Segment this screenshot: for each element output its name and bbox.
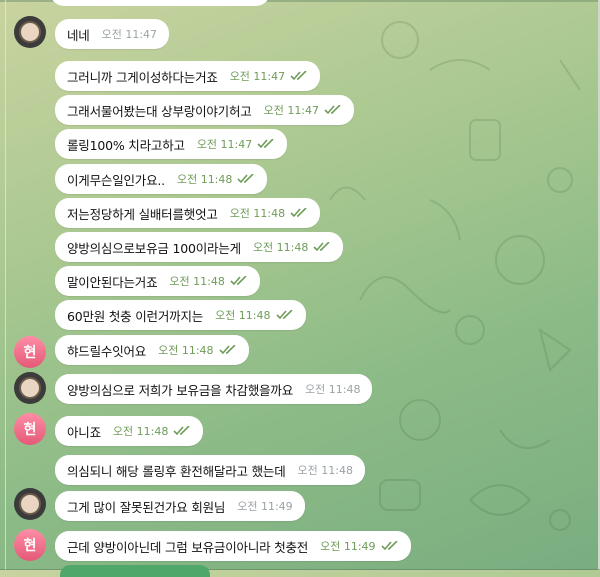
message-time: 오전 11:48 bbox=[305, 383, 361, 396]
message-bubble[interactable]: 햐드릴수잇어요 오전 11:48 bbox=[55, 335, 249, 365]
message-bubble[interactable]: 그게 많이 잘못된건가요 회원님 오전 11:49 bbox=[55, 491, 305, 521]
message-time: 오전 11:47 bbox=[196, 138, 253, 151]
double-check-icon bbox=[218, 345, 237, 355]
message-time: 오전 11:48 bbox=[169, 275, 225, 288]
message-bubble[interactable]: 아니죠 오전 11:48 bbox=[55, 416, 204, 446]
message-bubble[interactable]: 그러니까 그게이성하다는거죠 오전 11:47 bbox=[55, 61, 321, 91]
partial-message-bubble bbox=[60, 565, 210, 577]
message-time: 오전 11:47 bbox=[263, 104, 320, 117]
double-check-icon bbox=[290, 71, 308, 81]
avatar-face bbox=[19, 21, 41, 43]
message-text: 저는정당하게 실배터를햇엇고 bbox=[67, 206, 218, 222]
message-bubble[interactable]: 그래서물어봤는대 상부랑이야기허고 오전 11:47 bbox=[55, 95, 355, 125]
double-check-icon bbox=[275, 310, 294, 320]
double-check-icon bbox=[257, 139, 275, 149]
message-bubble[interactable]: 양방의심으로보유금 100이라는게 오전 11:48 bbox=[55, 232, 344, 262]
message-text: 그러니까 그게이성하다는거죠 bbox=[67, 69, 218, 85]
message-time: 오전 11:48 bbox=[158, 344, 214, 357]
message-text: 근데 양방이아닌데 그럼 보유금이아니라 첫충전 bbox=[67, 539, 309, 555]
message-time: 오전 11:49 bbox=[320, 540, 376, 553]
message-text: 롤링100% 치라고하고 bbox=[67, 137, 185, 153]
message-text: 양방의심으로 저희가 보유금을 차감했을까요 bbox=[67, 382, 294, 398]
message-time: 오전 11:48 bbox=[215, 309, 271, 322]
message-time: 오전 11:48 bbox=[297, 464, 353, 477]
message-text: 햐드릴수잇어요 bbox=[67, 343, 147, 359]
contact-avatar[interactable] bbox=[14, 488, 46, 520]
avatar-face bbox=[19, 377, 41, 399]
avatar-face bbox=[19, 493, 41, 515]
message-bubble[interactable]: 이게무슨일인가요.. 오전 11:48 bbox=[55, 164, 268, 194]
double-check-icon bbox=[313, 242, 331, 252]
user-avatar[interactable]: 현 bbox=[14, 529, 46, 561]
message-text: 60만원 첫충 이런거까지는 bbox=[67, 308, 204, 324]
message-text: 그래서물어봤는대 상부랑이야기허고 bbox=[67, 103, 252, 119]
window-left-border bbox=[5, 0, 6, 570]
message-bubble[interactable]: 저는정당하게 실배터를햇엇고 오전 11:48 bbox=[55, 198, 321, 228]
double-check-icon bbox=[380, 541, 399, 551]
message-time: 오전 11:47 bbox=[229, 70, 286, 83]
double-check-icon bbox=[290, 208, 308, 218]
double-check-icon bbox=[173, 426, 191, 436]
partial-message-bubble bbox=[50, 0, 270, 6]
user-avatar[interactable]: 현 bbox=[14, 413, 46, 445]
message-text: 그게 많이 잘못된건가요 회원님 bbox=[67, 499, 226, 515]
message-bubble[interactable]: 양방의심으로 저희가 보유금을 차감했을까요 오전 11:48 bbox=[55, 374, 373, 404]
message-bubble[interactable]: 말이안된다는거죠 오전 11:48 bbox=[55, 266, 260, 296]
message-time: 오전 11:48 bbox=[112, 425, 169, 438]
message-bubble[interactable]: 60만원 첫충 이런거까지는 오전 11:48 bbox=[55, 300, 306, 330]
message-bubble[interactable]: 근데 양방이아닌데 그럼 보유금이아니라 첫충전 오전 11:49 bbox=[55, 531, 411, 561]
message-time: 오전 11:49 bbox=[237, 500, 293, 513]
message-time: 오전 11:48 bbox=[252, 241, 309, 254]
message-text: 말이안된다는거죠 bbox=[67, 274, 158, 290]
message-bubble[interactable]: 네네 오전 11:47 bbox=[55, 19, 170, 49]
message-text: 이게무슨일인가요.. bbox=[67, 172, 165, 188]
message-text: 양방의심으로보유금 100이라는게 bbox=[67, 240, 241, 256]
message-time: 오전 11:48 bbox=[176, 173, 233, 186]
contact-avatar[interactable] bbox=[14, 16, 46, 48]
double-check-icon bbox=[324, 105, 342, 115]
double-check-icon bbox=[230, 276, 248, 286]
double-check-icon bbox=[237, 174, 255, 184]
user-avatar[interactable]: 현 bbox=[14, 336, 46, 368]
message-text: 의심되니 해당 롤링후 환전해달라고 했는데 bbox=[67, 463, 286, 479]
message-bubble[interactable]: 롤링100% 치라고하고 오전 11:47 bbox=[55, 129, 288, 159]
message-time: 오전 11:47 bbox=[101, 28, 158, 41]
message-text: 네네 bbox=[67, 27, 90, 43]
message-text: 아니죠 bbox=[67, 424, 101, 440]
contact-avatar[interactable] bbox=[14, 372, 46, 404]
message-bubble[interactable]: 의심되니 해당 롤링후 환전해달라고 했는데 오전 11:48 bbox=[55, 455, 365, 485]
message-time: 오전 11:48 bbox=[229, 207, 286, 220]
